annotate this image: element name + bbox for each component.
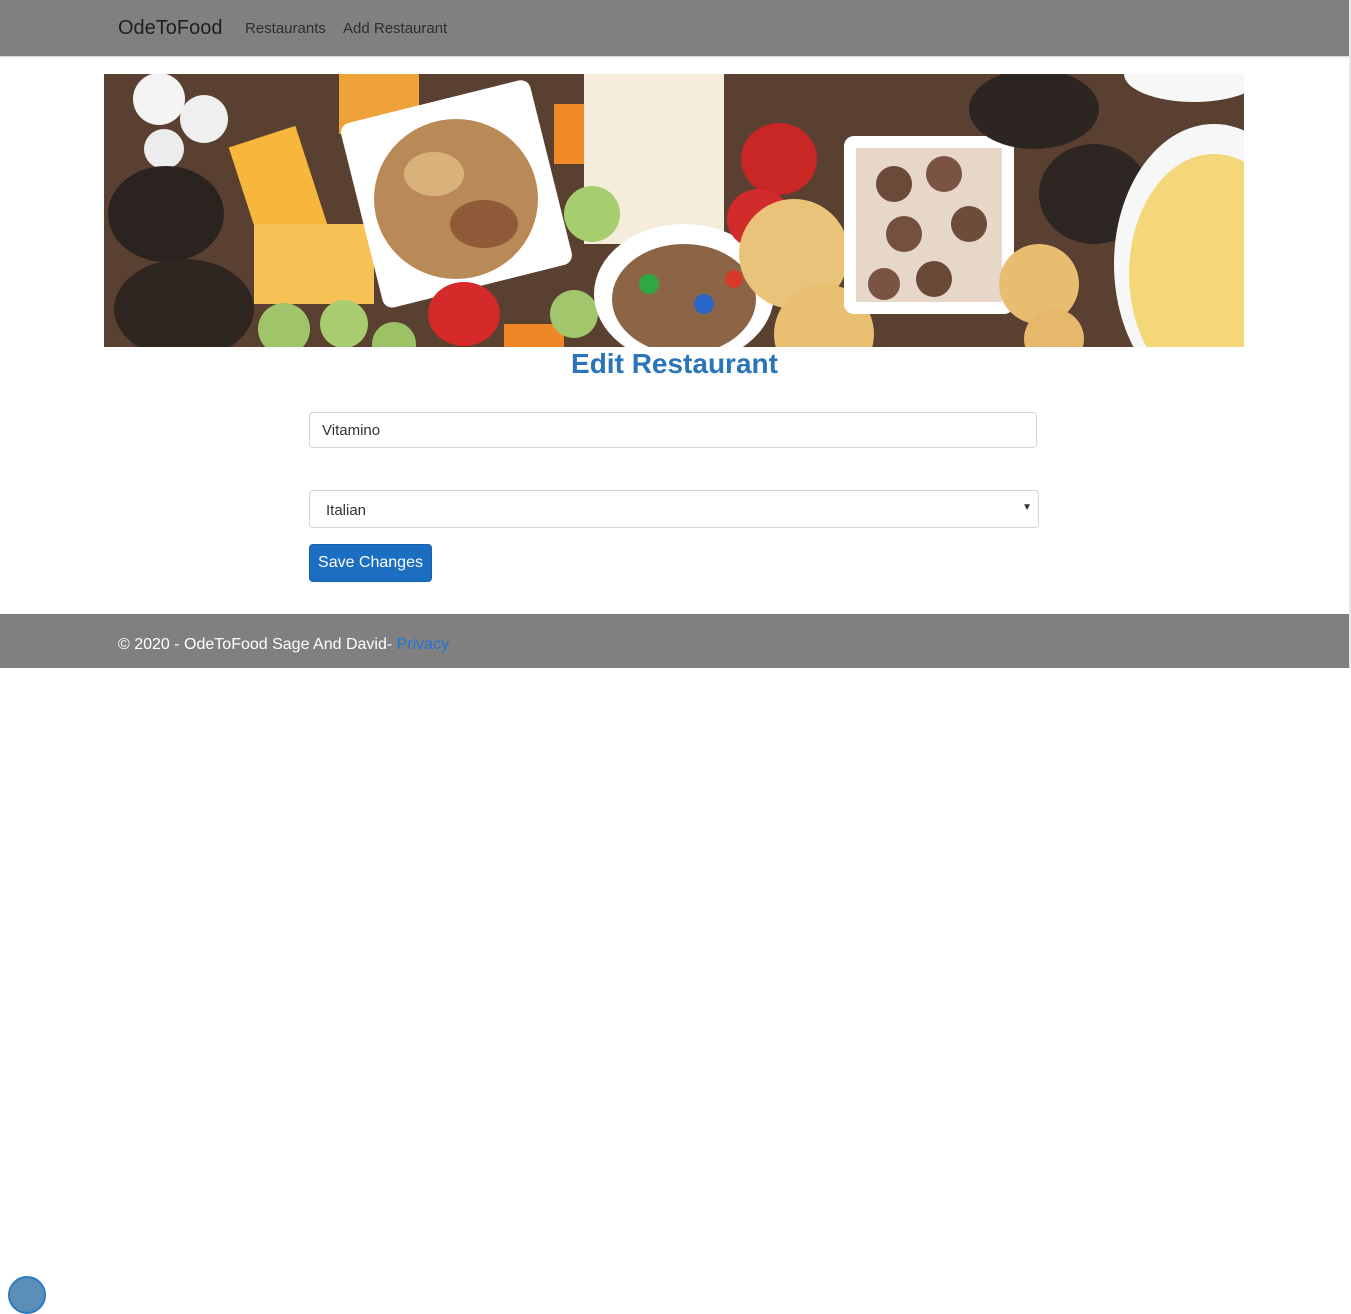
save-changes-button[interactable]: Save Changes: [309, 544, 432, 582]
cuisine-select[interactable]: Italian ▼: [309, 490, 1039, 528]
cuisine-selected-value: Italian: [326, 502, 367, 519]
privacy-link[interactable]: Privacy: [397, 636, 449, 653]
nav-add-restaurant-link[interactable]: Add Restaurant: [343, 20, 447, 37]
footer-copyright-text: © 2020 - OdeToFood Sage And David-: [118, 636, 397, 653]
footer-copyright: © 2020 - OdeToFood Sage And David- Priva…: [118, 636, 449, 654]
nav-restaurants-link[interactable]: Restaurants: [245, 20, 326, 37]
corner-badge-icon[interactable]: [8, 1276, 46, 1314]
top-navbar: OdeToFood Restaurants Add Restaurant: [0, 0, 1349, 57]
restaurant-name-input[interactable]: [309, 412, 1037, 448]
page-footer: © 2020 - OdeToFood Sage And David- Priva…: [0, 614, 1349, 1314]
page-title: Edit Restaurant: [571, 348, 778, 379]
dropdown-arrow-icon: ▼: [1022, 502, 1032, 513]
brand-link[interactable]: OdeToFood: [118, 17, 223, 40]
food-banner-image: [104, 74, 1244, 347]
